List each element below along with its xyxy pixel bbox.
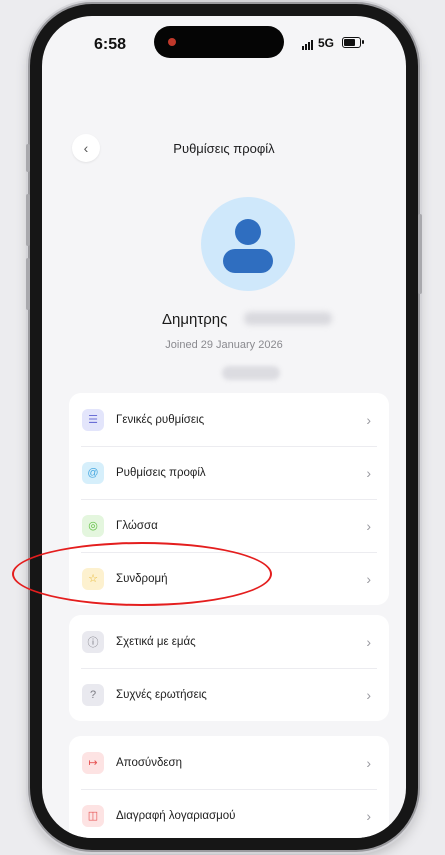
menu-item-about-us[interactable]: ⓘ Σχετικά με εμάς ›: [69, 615, 389, 668]
user-name: Δημητρης: [162, 311, 228, 328]
chevron-right-icon: ›: [366, 807, 371, 824]
menu-item-label: Διαγραφή λογαριασμού: [116, 809, 236, 822]
menu-item-delete-account[interactable]: ◫ Διαγραφή λογαριασμού ›: [69, 789, 389, 838]
signal-indicator: 5G: [302, 36, 334, 50]
status-bar: 6:58 5G: [42, 16, 406, 68]
chevron-right-icon: ›: [366, 754, 371, 771]
menu-item-general-settings[interactable]: ☰ Γενικές ρυθμίσεις ›: [69, 393, 389, 446]
sliders-icon: ☰: [82, 408, 104, 431]
avatar[interactable]: [201, 197, 295, 291]
highlight-ellipse: [12, 542, 272, 606]
menu-item-logout[interactable]: ↦ Αποσύνδεση ›: [69, 736, 389, 789]
redacted-surname: [244, 312, 332, 325]
menu-item-label: Γλώσσα: [116, 519, 158, 532]
trash-icon: ◫: [82, 804, 104, 827]
page-title: Ρυθμίσεις προφίλ: [173, 141, 275, 156]
user-body-icon: [223, 249, 273, 273]
settings-group-3: ↦ Αποσύνδεση › ◫ Διαγραφή λογαριασμού ›: [69, 736, 389, 838]
at-sign-icon: @: [82, 461, 104, 484]
menu-item-label: Συχνές ερωτήσεις: [116, 688, 207, 701]
dynamic-island: [154, 26, 284, 58]
joined-date: Joined 29 January 2026: [165, 339, 283, 351]
status-time: 6:58: [94, 36, 127, 53]
menu-item-label: Ρυθμίσεις προφίλ: [116, 466, 206, 479]
info-icon: ⓘ: [82, 630, 104, 653]
chevron-right-icon: ›: [366, 411, 371, 428]
chevron-right-icon: ›: [366, 686, 371, 703]
menu-item-profile-settings[interactable]: @ Ρυθμίσεις προφίλ ›: [69, 446, 389, 499]
screen: 6:58 5G ‹ Ρυθμίσεις προφίλ Δημητρης Join…: [42, 16, 406, 838]
menu-item-label: Σχετικά με εμάς: [116, 635, 196, 648]
logout-icon: ↦: [82, 751, 104, 774]
question-icon: ?: [82, 683, 104, 706]
network-type: 5G: [318, 36, 335, 50]
battery-icon: [342, 37, 364, 48]
menu-item-label: Γενικές ρυθμίσεις: [116, 413, 205, 426]
recording-indicator-icon: [168, 38, 176, 46]
menu-item-faq[interactable]: ? Συχνές ερωτήσεις ›: [69, 668, 389, 721]
settings-group-2: ⓘ Σχετικά με εμάς › ? Συχνές ερωτήσεις ›: [69, 615, 389, 721]
menu-item-label: Αποσύνδεση: [116, 756, 182, 769]
signal-bars-icon: [302, 40, 313, 50]
power-button: [418, 214, 422, 294]
user-head-icon: [235, 219, 261, 245]
phone-screen-holder: 6:58 5G ‹ Ρυθμίσεις προφίλ Δημητρης Join…: [30, 4, 418, 850]
globe-icon: ◎: [82, 514, 104, 537]
redacted-badge: [222, 366, 280, 380]
chevron-right-icon: ›: [366, 517, 371, 534]
chevron-right-icon: ›: [366, 633, 371, 650]
chevron-right-icon: ›: [366, 570, 371, 587]
chevron-right-icon: ›: [366, 464, 371, 481]
